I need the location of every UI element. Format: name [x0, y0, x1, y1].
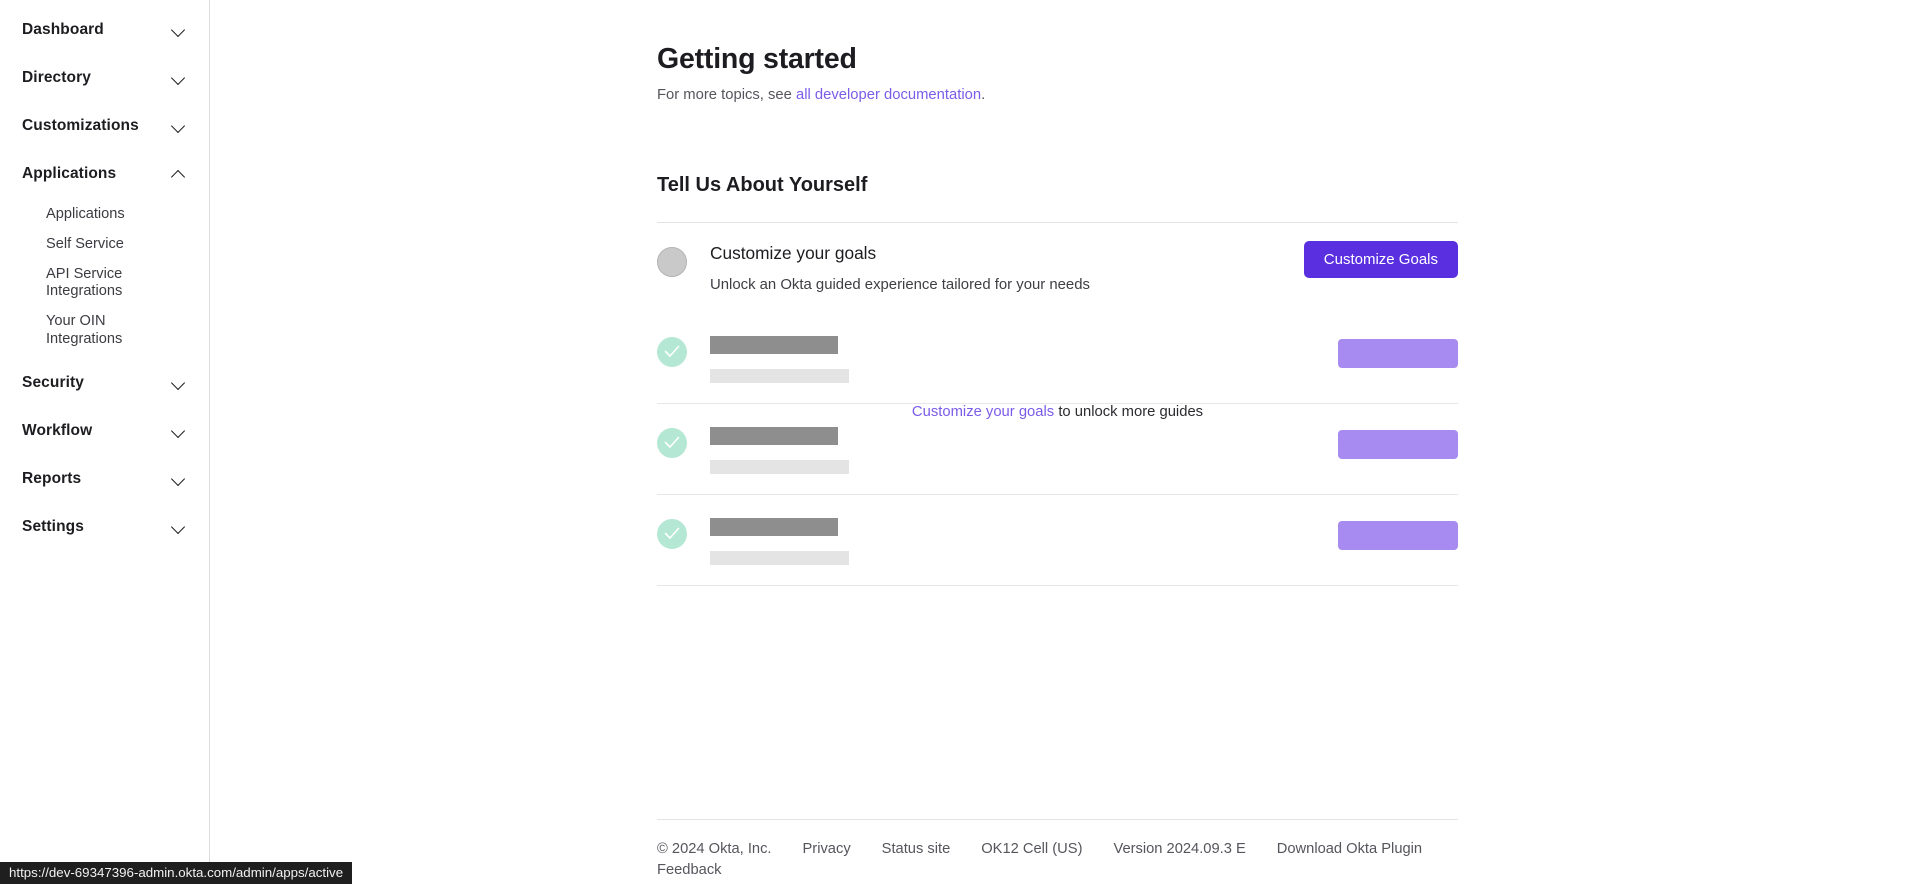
- footer-links: © 2024 Okta, Inc. Privacy Status site OK…: [657, 839, 1458, 881]
- chevron-down-icon: [171, 471, 187, 487]
- sidebar-item-label: Settings: [22, 517, 84, 535]
- sidebar-group-customizations: Customizations: [0, 102, 209, 150]
- developer-documentation-link[interactable]: all developer documentation: [796, 87, 981, 103]
- browser-status-bar-url: https://dev-69347396-admin.okta.com/admi…: [0, 862, 353, 884]
- chevron-down-icon: [171, 70, 187, 86]
- sidebar-item-self-service[interactable]: Self Service: [0, 230, 209, 260]
- sidebar-item-settings[interactable]: Settings: [0, 503, 209, 551]
- sidebar-group-directory: Directory: [0, 54, 209, 102]
- locked-row: [657, 313, 1458, 404]
- empty-circle-icon: [657, 247, 687, 277]
- page-subtitle-suffix: .: [981, 87, 986, 103]
- page-footer: © 2024 Okta, Inc. Privacy Status site OK…: [657, 819, 1458, 881]
- footer-link-cell[interactable]: OK12 Cell (US): [981, 839, 1082, 860]
- chevron-down-icon: [171, 375, 187, 391]
- sidebar-item-label: Customizations: [22, 117, 139, 134]
- skeleton-title-bar: [710, 426, 838, 445]
- unlock-more-guides-note: Customize your goals to unlock more guid…: [657, 404, 1458, 420]
- chevron-down-icon: [171, 22, 187, 38]
- sidebar-item-applications-applications[interactable]: Applications: [0, 200, 209, 230]
- footer-link-download-okta-plugin[interactable]: Download Okta Plugin: [1277, 839, 1422, 860]
- unlock-note-rest: to unlock more guides: [1054, 403, 1204, 420]
- chevron-down-icon: [171, 423, 187, 439]
- sidebar-item-label: Reports: [22, 469, 82, 487]
- goal-row-customize-goals: Customize your goals Unlock an Okta guid…: [657, 223, 1458, 313]
- main-content: Getting started For more topics, see all…: [210, 0, 1919, 884]
- chevron-down-icon: [171, 519, 187, 535]
- footer-link-status-site[interactable]: Status site: [882, 839, 951, 860]
- footer-link-privacy[interactable]: Privacy: [803, 839, 851, 860]
- footer-copyright: © 2024 Okta, Inc.: [657, 841, 772, 857]
- sidebar-sublist-applications: Applications Self Service API Service In…: [0, 198, 209, 359]
- sidebar-item-directory[interactable]: Directory: [0, 54, 209, 102]
- locked-row: [657, 495, 1458, 586]
- footer-link-feedback[interactable]: Feedback: [657, 860, 722, 881]
- sidebar-group-security: Security: [0, 359, 209, 407]
- footer-link-version[interactable]: Version 2024.09.3 E: [1113, 839, 1245, 860]
- main-sidebar: Dashboard Directory Customizations Appli…: [0, 0, 210, 884]
- sidebar-group-applications: Applications Applications Self Service A…: [0, 150, 209, 359]
- sidebar-item-customizations[interactable]: Customizations: [0, 102, 209, 150]
- okta-admin-console: Dashboard Directory Customizations Appli…: [0, 0, 1919, 884]
- check-circle-icon: [657, 336, 687, 367]
- check-circle-icon: [657, 518, 687, 549]
- skeleton-action-button: [1338, 520, 1458, 550]
- customize-goals-button[interactable]: Customize Goals: [1303, 241, 1458, 278]
- sidebar-item-applications[interactable]: Applications: [0, 150, 209, 198]
- skeleton-action-button: [1338, 429, 1458, 459]
- skeleton-description-bar: [710, 459, 849, 474]
- section-title: Tell Us About Yourself: [657, 174, 868, 196]
- skeleton-title-bar: [710, 517, 838, 536]
- sidebar-item-workflow[interactable]: Workflow: [0, 407, 209, 455]
- skeleton-action-button: [1338, 338, 1458, 368]
- sidebar-item-label: Security: [22, 373, 84, 391]
- sidebar-item-reports[interactable]: Reports: [0, 455, 209, 503]
- sidebar-item-label: Directory: [22, 69, 91, 86]
- sidebar-item-label: Applications: [22, 165, 117, 182]
- skeleton-title-bar: [710, 335, 838, 354]
- page-subtitle: For more topics, see all developer docum…: [657, 87, 1458, 103]
- skeleton-description-bar: [710, 368, 849, 383]
- check-circle-icon: [657, 427, 687, 458]
- sidebar-item-label: Workflow: [22, 421, 93, 439]
- sidebar-group-dashboard: Dashboard: [0, 6, 209, 54]
- customize-your-goals-link[interactable]: Customize your goals: [912, 404, 1054, 420]
- getting-started-panel: Getting started For more topics, see all…: [657, 0, 1458, 586]
- locked-row: Customize your goals to unlock more guid…: [657, 404, 1458, 495]
- sidebar-group-reports: Reports: [0, 455, 209, 503]
- page-subtitle-prefix: For more topics, see: [657, 87, 796, 103]
- chevron-up-icon: [171, 166, 187, 182]
- chevron-down-icon: [171, 118, 187, 134]
- goal-row-description: Unlock an Okta guided experience tailore…: [710, 276, 1090, 293]
- sidebar-item-dashboard[interactable]: Dashboard: [0, 6, 209, 54]
- sidebar-item-security[interactable]: Security: [0, 359, 209, 407]
- page-title: Getting started: [657, 43, 857, 75]
- sidebar-item-api-service-integrations[interactable]: API Service Integrations: [0, 260, 209, 308]
- sidebar-item-your-oin-integrations[interactable]: Your OIN Integrations: [0, 307, 209, 355]
- skeleton-description-bar: [710, 550, 849, 565]
- sidebar-group-workflow: Workflow: [0, 407, 209, 455]
- sidebar-item-label: Dashboard: [22, 21, 104, 38]
- sidebar-group-settings: Settings: [0, 503, 209, 551]
